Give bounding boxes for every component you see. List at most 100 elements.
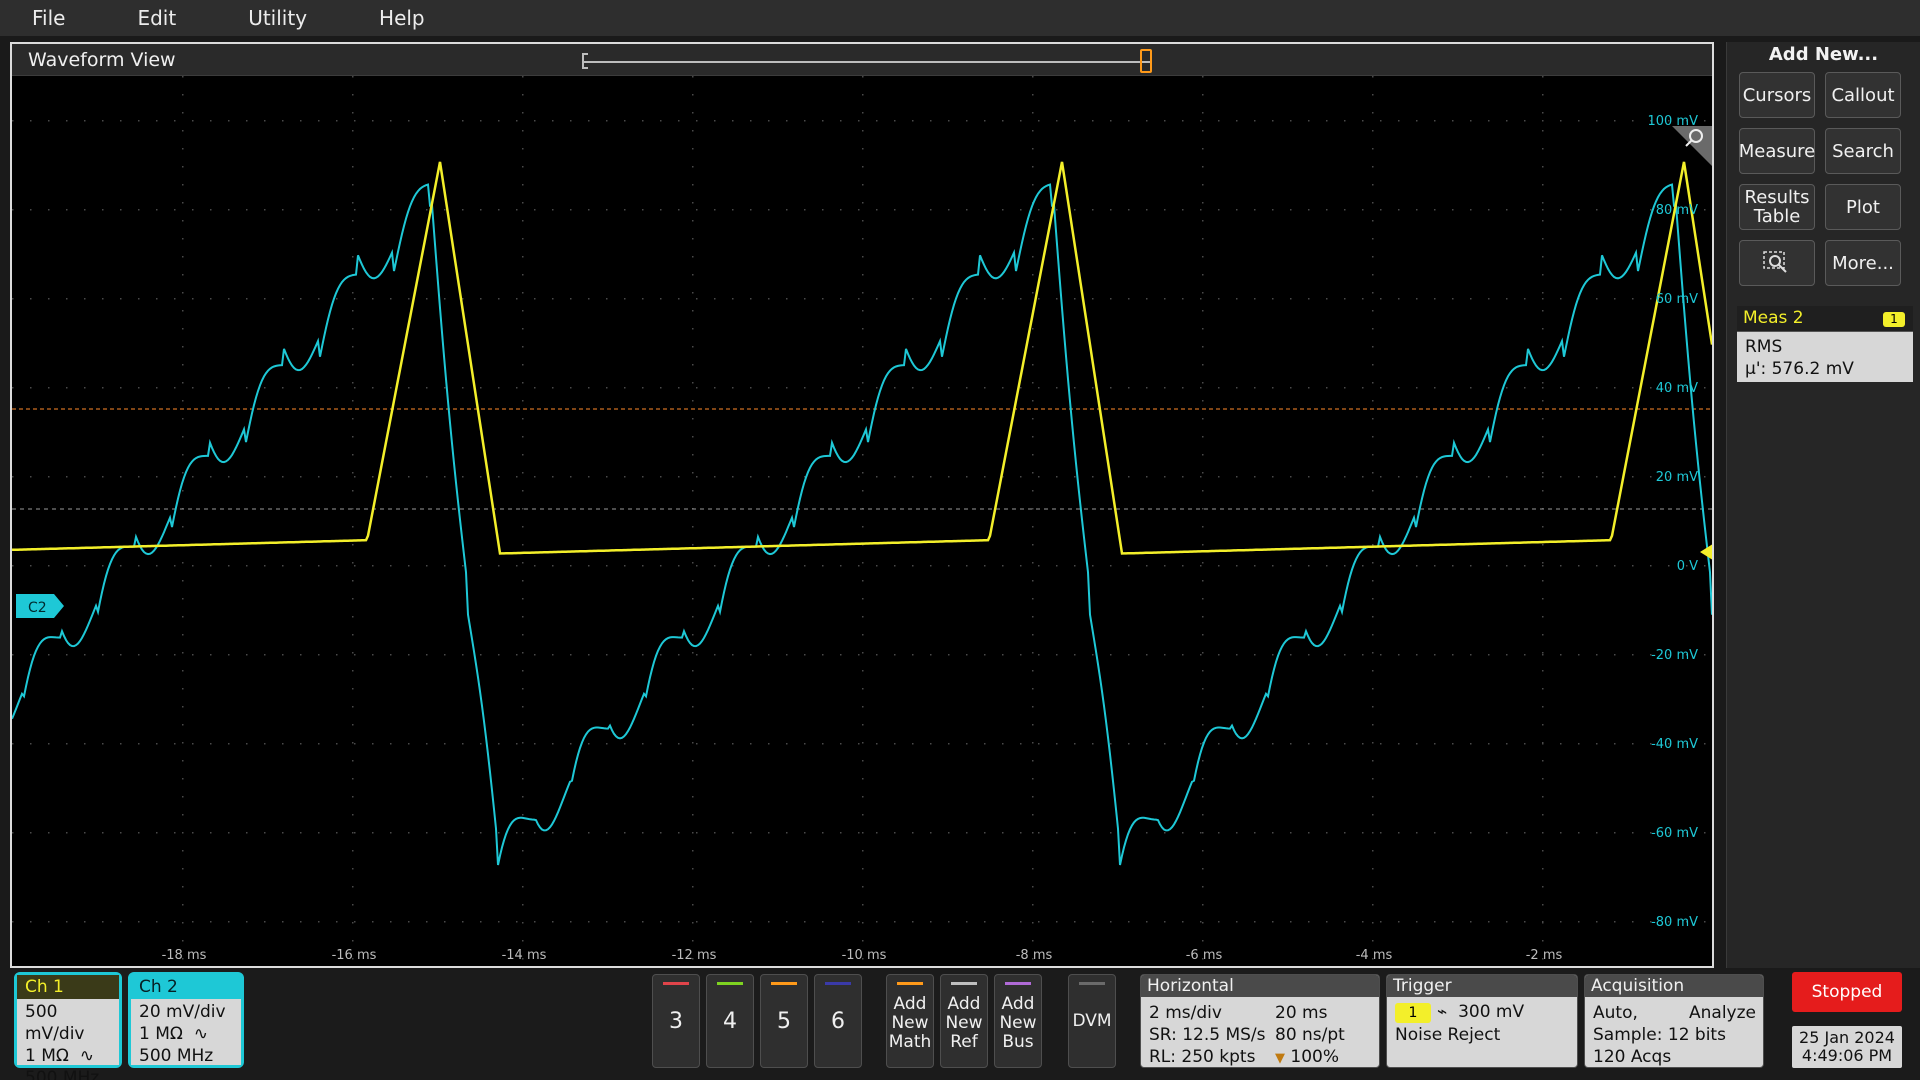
ch5-button[interactable]: 5 <box>760 974 808 1068</box>
ch1-settings: 500 mV/div 1 MΩ ∿ 500 MHz <box>17 999 119 1080</box>
y-label: -80 mV <box>1651 915 1698 930</box>
x-label: -14 ms <box>502 948 547 963</box>
current-date: 25 Jan 2024 <box>1799 1028 1895 1047</box>
add-new-bus-button[interactable]: Add New Bus <box>994 974 1042 1068</box>
position-percent: 100% <box>1290 1047 1340 1067</box>
acquisition-title: Acquisition <box>1585 975 1763 997</box>
waveform-plot[interactable]: 100 mV 80 mV 60 mV 40 mV 20 mV 0 V -20 m… <box>12 76 1712 966</box>
acquisition-badge[interactable]: Acquisition Auto, Analyze Sample: 12 bit… <box>1584 974 1764 1068</box>
menu-help[interactable]: Help <box>365 6 439 30</box>
y-label: -60 mV <box>1651 826 1698 841</box>
ch1-badge[interactable]: Ch 1 500 mV/div 1 MΩ ∿ 500 MHz <box>14 972 122 1080</box>
record-length: RL: 250 kpts <box>1149 1047 1256 1067</box>
record-start-bracket <box>582 53 588 69</box>
measurement-badge-body: RMS µ': 576.2 mV <box>1737 332 1913 382</box>
ch1-impedance-row: 1 MΩ ∿ <box>25 1045 111 1067</box>
ch2-marker-label: C2 <box>28 600 47 616</box>
zoom-search-icon <box>1763 251 1787 273</box>
ch6-label: 6 <box>831 1008 845 1034</box>
ch3-color-bar <box>663 982 689 985</box>
ch3-button[interactable]: 3 <box>652 974 700 1068</box>
measurement-badge[interactable]: Meas 2 1 RMS µ': 576.2 mV <box>1737 306 1913 418</box>
ch2-scale: 20 mV/div <box>139 1002 226 1022</box>
plot-button[interactable]: Plot <box>1825 184 1901 230</box>
results-table-button[interactable]: Results Table <box>1739 184 1815 230</box>
menu-edit[interactable]: Edit <box>123 6 190 30</box>
dvm-button[interactable]: DVM <box>1068 974 1116 1068</box>
callout-button[interactable]: Callout <box>1825 72 1901 118</box>
measurement-source: 1 <box>1883 312 1905 327</box>
ch1-impedance: 1 MΩ <box>25 1046 69 1066</box>
y-label: 0 V <box>1677 559 1698 574</box>
x-label: -16 ms <box>332 948 377 963</box>
search-button[interactable]: Search <box>1825 128 1901 174</box>
waveform-view-title: Waveform View <box>28 49 176 71</box>
x-label: -12 ms <box>672 948 717 963</box>
x-label: -6 ms <box>1186 948 1223 963</box>
y-label: 20 mV <box>1656 470 1698 485</box>
trigger-mode: Noise Reject <box>1395 1025 1501 1045</box>
acquisition-count: 120 Acqs <box>1593 1047 1672 1067</box>
measure-button[interactable]: Measure <box>1739 128 1815 174</box>
waveform-view[interactable]: Waveform View 100 mV 80 mV 60 mV 40 mV 2… <box>10 42 1714 968</box>
y-label: -20 mV <box>1651 648 1698 663</box>
more-button[interactable]: More... <box>1825 240 1901 286</box>
trigger-level: 300 mV <box>1458 1002 1525 1022</box>
trigger-settings-row: 1 ⌁ 300 mV <box>1395 1002 1524 1023</box>
measurement-badge-header: Meas 2 1 <box>1737 306 1913 332</box>
add-new-math-button[interactable]: Add New Math <box>886 974 934 1068</box>
menu-utility[interactable]: Utility <box>234 6 321 30</box>
x-label: -18 ms <box>162 948 207 963</box>
ch5-label: 5 <box>777 1008 791 1034</box>
x-label: -10 ms <box>842 948 887 963</box>
time-per-point: 80 ns/pt <box>1275 1025 1345 1045</box>
trigger-slope-icon: ⌁ <box>1437 1002 1448 1022</box>
y-label: 60 mV <box>1656 292 1698 307</box>
cursors-button[interactable]: Cursors <box>1739 72 1815 118</box>
side-panel: Add New... Cursors Callout Measure Searc… <box>1726 42 1920 968</box>
ch1-bandwidth: 500 MHz <box>25 1068 100 1080</box>
ch4-button[interactable]: 4 <box>706 974 754 1068</box>
ac-coupling-icon: ∿ <box>79 1046 94 1066</box>
measurement-value: µ': 576.2 mV <box>1745 359 1854 379</box>
horizontal-title: Horizontal <box>1141 975 1379 997</box>
ch6-button[interactable]: 6 <box>814 974 862 1068</box>
measurement-name: Meas 2 <box>1743 308 1804 328</box>
y-label: 40 mV <box>1656 381 1698 396</box>
trigger-title: Trigger <box>1387 975 1577 997</box>
ch2-title: Ch 2 <box>131 975 241 999</box>
horizontal-badge[interactable]: Horizontal 2 ms/div 20 ms SR: 12.5 MS/s … <box>1140 974 1380 1068</box>
run-stop-status[interactable]: Stopped <box>1792 972 1902 1012</box>
ch2-badge[interactable]: Ch 2 20 mV/div 1 MΩ ∿ 500 MHz <box>128 972 244 1068</box>
ch2-offset-marker[interactable]: C2 <box>16 594 64 618</box>
dvm-color-bar <box>1079 982 1105 985</box>
ch2-bandwidth: 500 MHz <box>139 1046 214 1066</box>
acquisition-sample: Sample: 12 bits <box>1593 1025 1726 1045</box>
trigger-badge[interactable]: Trigger 1 ⌁ 300 mV Noise Reject <box>1386 974 1578 1068</box>
trigger-position-icon[interactable] <box>1140 49 1152 73</box>
record-view-bar[interactable] <box>582 49 1152 73</box>
y-label: 80 mV <box>1656 203 1698 218</box>
measurement-type: RMS <box>1745 337 1783 357</box>
ref-color-bar <box>951 982 977 985</box>
ch2-waveform-trace <box>12 183 1712 866</box>
y-axis-labels: 100 mV 80 mV 60 mV 40 mV 20 mV 0 V -20 m… <box>1647 114 1698 930</box>
date-time-display: 25 Jan 2024 4:49:06 PM <box>1792 1026 1902 1068</box>
sample-rate: SR: 12.5 MS/s <box>1149 1025 1266 1045</box>
add-new-math-label: Add New Math <box>888 994 932 1052</box>
x-axis-labels: -18 ms -16 ms -14 ms -12 ms -10 ms -8 ms… <box>162 948 1563 963</box>
trigger-position-icon: ▼ <box>1275 1051 1285 1066</box>
x-label: -2 ms <box>1526 948 1563 963</box>
acquisition-analyze: Analyze <box>1689 1003 1756 1023</box>
horizontal-position: 20 ms <box>1275 1003 1328 1023</box>
ac-coupling-icon: ∿ <box>193 1024 208 1044</box>
ch2-impedance-row: 1 MΩ ∿ <box>139 1023 233 1045</box>
ch4-label: 4 <box>723 1008 737 1034</box>
zoom-icon[interactable] <box>1672 126 1712 166</box>
menu-file[interactable]: File <box>18 6 79 30</box>
x-label: -8 ms <box>1016 948 1053 963</box>
zoom-search-button[interactable] <box>1739 240 1815 286</box>
acquisition-mode: Auto, <box>1593 1003 1638 1023</box>
ch6-color-bar <box>825 982 851 985</box>
add-new-ref-button[interactable]: Add New Ref <box>940 974 988 1068</box>
